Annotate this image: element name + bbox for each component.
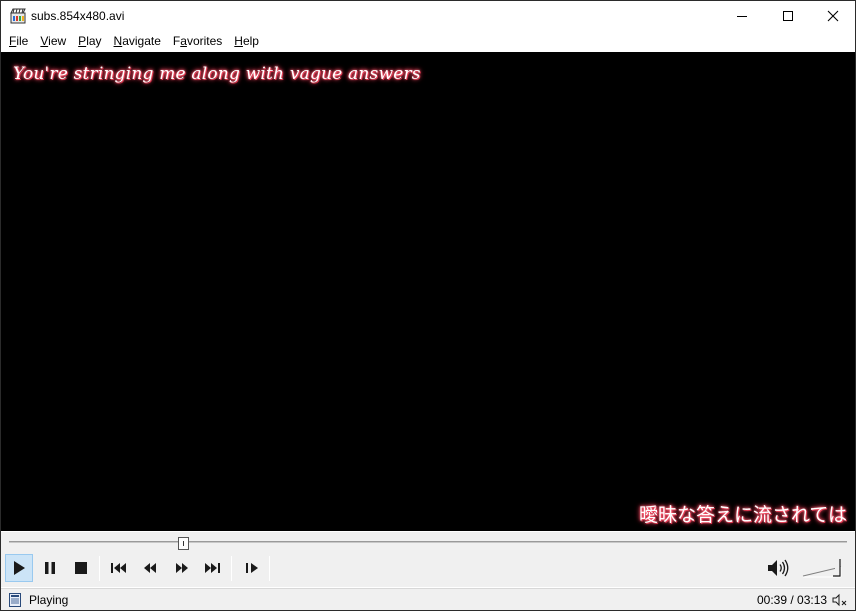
subtitle-bottom: 曖昧な答えに流されては xyxy=(638,504,847,526)
menu-view[interactable]: View xyxy=(34,31,72,51)
play-button[interactable] xyxy=(5,554,33,582)
title-bar[interactable]: subs.854x480.avi xyxy=(1,1,855,31)
previous-button[interactable] xyxy=(105,554,133,582)
seek-thumb[interactable] xyxy=(177,537,189,550)
menu-help[interactable]: Help xyxy=(228,31,265,51)
playback-status: Playing xyxy=(29,593,69,607)
mute-icon[interactable] xyxy=(832,593,848,607)
minimize-icon xyxy=(736,16,747,17)
control-bar xyxy=(1,550,855,587)
maximize-button[interactable] xyxy=(765,1,810,31)
menu-play[interactable]: Play xyxy=(72,31,107,51)
document-status-icon xyxy=(9,593,21,607)
status-bar: Playing 00:39 / 03:13 xyxy=(1,588,855,610)
time-readout: 00:39 / 03:13 xyxy=(757,593,828,607)
maximize-icon xyxy=(782,11,793,21)
toolbar-separator xyxy=(269,556,270,581)
speaker-icon xyxy=(768,559,789,577)
menu-favorites[interactable]: Favorites xyxy=(167,31,228,51)
pause-button[interactable] xyxy=(36,554,64,582)
volume-slider[interactable] xyxy=(801,556,849,582)
next-button[interactable] xyxy=(198,554,226,582)
minimize-button[interactable] xyxy=(719,1,764,31)
close-button[interactable] xyxy=(810,1,855,31)
rewind-icon xyxy=(144,563,156,573)
volume-button[interactable] xyxy=(765,556,791,580)
menu-navigate[interactable]: Navigate xyxy=(108,31,167,51)
toolbar-separator xyxy=(99,556,100,581)
seek-bar[interactable] xyxy=(1,532,855,550)
media-player-clapper-icon[interactable] xyxy=(10,8,26,24)
play-icon xyxy=(14,561,25,575)
video-area[interactable]: You're stringing me along with vague ans… xyxy=(1,52,855,531)
frame-step-button[interactable] xyxy=(238,554,266,582)
stop-button[interactable] xyxy=(67,554,95,582)
fast-forward-icon xyxy=(176,563,188,573)
menu-bar: File View Play Navigate Favorites Help xyxy=(1,31,855,51)
rewind-button[interactable] xyxy=(136,554,164,582)
skip-next-icon xyxy=(205,563,220,573)
toolbar-separator xyxy=(231,556,232,581)
pause-icon xyxy=(45,562,55,574)
frame-step-icon xyxy=(246,563,258,573)
menu-file[interactable]: File xyxy=(3,31,34,51)
stop-icon xyxy=(75,562,87,574)
subtitle-top: You're stringing me along with vague ans… xyxy=(13,64,421,84)
close-icon xyxy=(827,10,838,22)
forward-button[interactable] xyxy=(168,554,196,582)
seek-track[interactable] xyxy=(9,541,847,543)
player-window: subs.854x480.avi File View Play Navigate… xyxy=(0,0,856,611)
window-title: subs.854x480.avi xyxy=(31,9,125,23)
skip-previous-icon xyxy=(111,563,126,573)
